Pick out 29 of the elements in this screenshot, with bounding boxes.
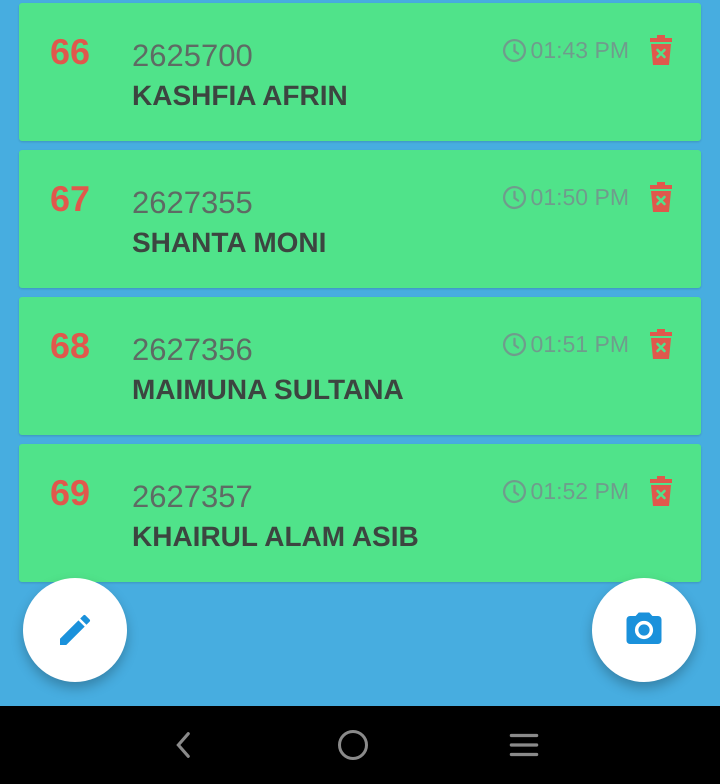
serial-number: 66 [50,31,92,73]
delete-icon[interactable] [649,328,673,360]
delete-icon[interactable] [649,34,673,66]
delete-icon[interactable] [649,475,673,507]
entry-name: MAIMUNA SULTANA [132,374,405,406]
entry-name: SHANTA MONI [132,227,328,259]
clock-icon [502,38,527,62]
clock-icon [502,184,527,210]
serial-number: 67 [50,178,92,220]
delete-icon[interactable] [649,181,673,213]
entry-card[interactable]: 66 2625700 KASHFIA AFRIN 01:43 PM [19,3,701,141]
clock-icon [502,478,527,504]
entry-name: KHAIRUL ALAM ASIB [132,521,420,553]
clock-icon [502,332,527,356]
entry-card[interactable]: 68 2627356 MAIMUNA SULTANA 01:51 PM [19,297,701,435]
entry-name: KASHFIA AFRIN [132,80,349,112]
entry-card[interactable]: 67 2627355 SHANTA MONI 01:50 PM [19,150,701,288]
entry-code: 2627357 [132,479,254,515]
entry-time: 01:52 PM [530,478,629,504]
entry-time: 01:50 PM [530,184,629,210]
entry-code: 2627356 [132,332,254,368]
serial-number: 68 [50,325,92,367]
entry-time: 01:51 PM [530,330,629,358]
entry-time: 01:43 PM [530,36,629,64]
entry-code: 2625700 [132,38,254,74]
serial-number: 69 [50,472,92,514]
entry-code: 2627355 [132,185,254,221]
entry-card[interactable]: 69 2627357 KHAIRUL ALAM ASIB 01:52 PM [19,444,701,582]
home-icon[interactable] [335,727,371,763]
